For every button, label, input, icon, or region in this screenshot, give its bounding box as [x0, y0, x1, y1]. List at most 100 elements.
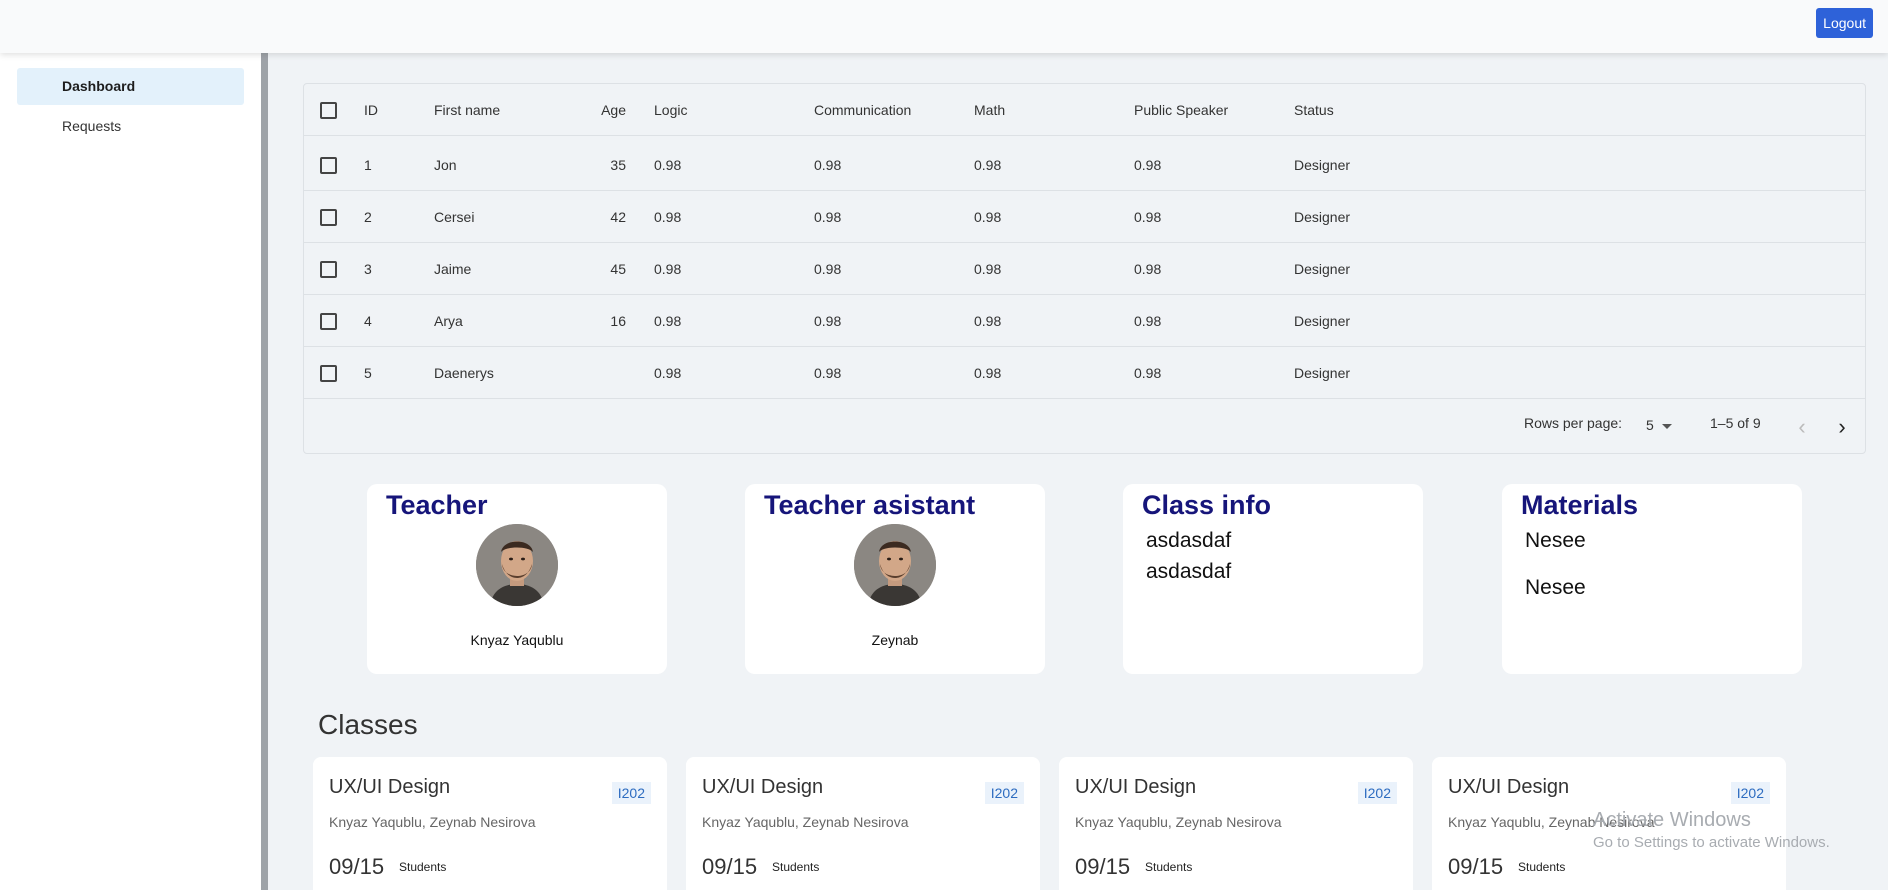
class-info-line: asdasdaf [1146, 529, 1232, 552]
caret-down-icon [1661, 423, 1672, 429]
pagination-range: 1–5 of 9 [1710, 415, 1761, 431]
select-all-checkbox[interactable] [320, 102, 337, 119]
class-info-card-title: Class info [1142, 490, 1272, 520]
class-teachers: Knyaz Yaqublu, Zeynab Nesirova [1448, 814, 1655, 830]
student-count-label: Students [1145, 860, 1193, 874]
student-count: 09/15 [702, 854, 758, 879]
student-count: 09/15 [1075, 854, 1131, 879]
classes-heading: Classes [318, 709, 418, 740]
cell-communication: 0.98 [814, 313, 842, 329]
student-count-label: Students [1518, 860, 1566, 874]
column-header-id[interactable]: ID [364, 84, 378, 136]
class-info-line: asdasdaf [1146, 560, 1232, 583]
cell-id: 1 [364, 157, 372, 173]
class-teachers: Knyaz Yaqublu, Zeynab Nesirova [329, 814, 536, 830]
room-badge: I202 [984, 782, 1024, 804]
cell-math: 0.98 [974, 209, 1002, 225]
teacher-name: Knyaz Yaqublu [470, 632, 564, 648]
row-checkbox[interactable] [320, 365, 337, 382]
cell-id: 3 [364, 261, 372, 277]
cell-communication: 0.98 [814, 157, 842, 173]
rows-per-page-select[interactable]: 5 [1646, 417, 1672, 433]
material-link[interactable]: Nesee [1525, 576, 1586, 600]
cell-age: 35 [610, 157, 626, 173]
table-row[interactable]: 4 Arya 16 0.98 0.98 0.98 0.98 Designer [304, 295, 1865, 347]
class-card[interactable]: UX/UI Design I202 Knyaz Yaqublu, Zeynab … [313, 757, 667, 890]
column-header-status[interactable]: Status [1294, 84, 1334, 136]
cell-age: 45 [610, 261, 626, 277]
column-header-first-name[interactable]: First name [434, 84, 500, 136]
student-count-label: Students [399, 860, 447, 874]
class-title: UX/UI Design [1075, 776, 1197, 798]
column-header-math[interactable]: Math [974, 84, 1005, 136]
chevron-left-icon[interactable]: ‹ [1788, 414, 1816, 442]
table-row[interactable]: 3 Jaime 45 0.98 0.98 0.98 0.98 Designer [304, 243, 1865, 295]
teacher-card: Teacher Knyaz Yaqublu [367, 484, 667, 674]
cell-logic: 0.98 [654, 261, 682, 277]
cell-status: Designer [1294, 365, 1351, 381]
cell-math: 0.98 [974, 261, 1002, 277]
cell-public-speaker: 0.98 [1134, 157, 1162, 173]
column-header-logic[interactable]: Logic [654, 84, 687, 136]
cell-communication: 0.98 [814, 365, 842, 381]
cell-id: 5 [364, 365, 372, 381]
student-count-label: Students [772, 860, 820, 874]
teacher-card-title: Teacher [386, 490, 488, 520]
row-checkbox[interactable] [320, 261, 337, 278]
materials-card: Materials Nesee Nesee [1502, 484, 1802, 674]
cell-age: 16 [610, 313, 626, 329]
table-row[interactable]: 5 Daenerys 0.98 0.98 0.98 0.98 Designer [304, 347, 1865, 399]
row-checkbox[interactable] [320, 313, 337, 330]
teacher-avatar [476, 524, 558, 606]
class-card[interactable]: UX/UI Design I202 Knyaz Yaqublu, Zeynab … [1059, 757, 1413, 890]
class-teachers: Knyaz Yaqublu, Zeynab Nesirova [702, 814, 909, 830]
cell-first-name: Arya [434, 313, 463, 329]
table-row[interactable]: 1 Jon 35 0.98 0.98 0.98 0.98 Designer [304, 139, 1865, 191]
rows-per-page-value: 5 [1646, 417, 1654, 433]
assistant-avatar [854, 524, 936, 606]
cell-status: Designer [1294, 157, 1351, 173]
cell-math: 0.98 [974, 313, 1002, 329]
row-checkbox[interactable] [320, 157, 337, 174]
row-checkbox[interactable] [320, 209, 337, 226]
cell-public-speaker: 0.98 [1134, 313, 1162, 329]
column-header-communication[interactable]: Communication [814, 84, 911, 136]
class-card[interactable]: UX/UI Design I202 Knyaz Yaqublu, Zeynab … [1432, 757, 1786, 890]
cell-logic: 0.98 [654, 209, 682, 225]
materials-card-title: Materials [1521, 490, 1639, 520]
cell-id: 4 [364, 313, 372, 329]
table-header-row: ID First name Age Logic Communication Ma… [304, 84, 1865, 136]
table-pagination: Rows per page: 5 1–5 of 9 ‹ › [304, 400, 1865, 454]
class-title: UX/UI Design [702, 776, 824, 798]
sidebar-item-dashboard[interactable]: Dashboard [17, 68, 244, 105]
class-title: UX/UI Design [329, 776, 451, 798]
cell-status: Designer [1294, 261, 1351, 277]
cell-logic: 0.98 [654, 313, 682, 329]
sidebar-item-requests[interactable]: Requests [17, 108, 244, 145]
cell-logic: 0.98 [654, 157, 682, 173]
cell-id: 2 [364, 209, 372, 225]
top-bar: Logout [0, 0, 1888, 53]
cell-status: Designer [1294, 313, 1351, 329]
cell-logic: 0.98 [654, 365, 682, 381]
cell-math: 0.98 [974, 157, 1002, 173]
cell-communication: 0.98 [814, 261, 842, 277]
column-header-public-speaker[interactable]: Public Speaker [1134, 84, 1228, 136]
logout-button[interactable]: Logout [1816, 8, 1873, 38]
sidebar: Dashboard Requests [0, 53, 268, 890]
teacher-assistant-card: Teacher asistant Zeynab [745, 484, 1045, 674]
cell-first-name: Daenerys [434, 365, 494, 381]
table-row[interactable]: 2 Cersei 42 0.98 0.98 0.98 0.98 Designer [304, 191, 1865, 243]
room-badge: I202 [1730, 782, 1770, 804]
class-title: UX/UI Design [1448, 776, 1570, 798]
class-card[interactable]: UX/UI Design I202 Knyaz Yaqublu, Zeynab … [686, 757, 1040, 890]
chevron-right-icon[interactable]: › [1828, 414, 1856, 442]
column-header-age[interactable]: Age [554, 84, 626, 136]
assistant-name: Zeynab [871, 632, 919, 648]
class-info-card: Class info asdasdaf asdasdaf [1123, 484, 1423, 674]
cell-math: 0.98 [974, 365, 1002, 381]
cell-status: Designer [1294, 209, 1351, 225]
student-count: 09/15 [329, 854, 385, 879]
material-link[interactable]: Nesee [1525, 529, 1586, 553]
cell-communication: 0.98 [814, 209, 842, 225]
